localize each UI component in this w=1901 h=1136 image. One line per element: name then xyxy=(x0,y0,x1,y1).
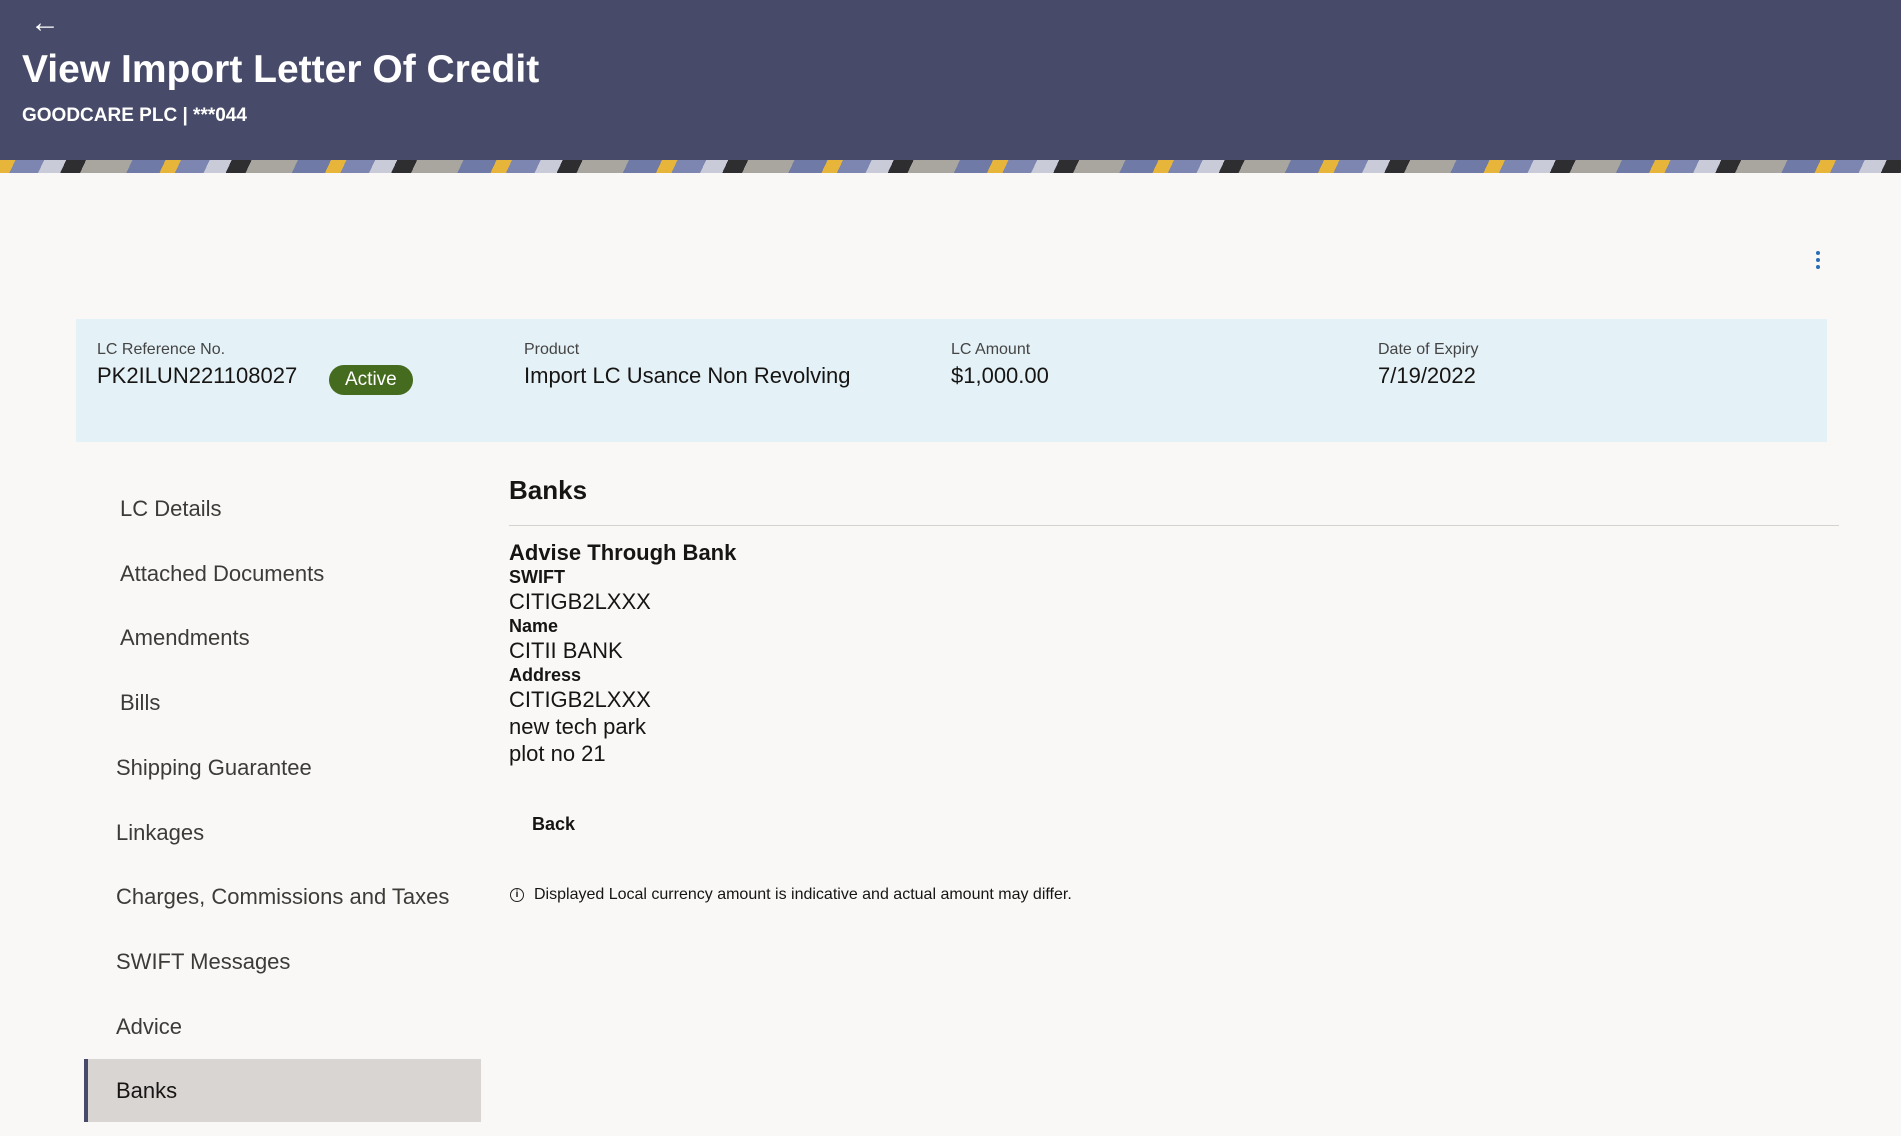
address-line: CITIGB2LXXX xyxy=(509,686,1839,713)
expiry-value: 7/19/2022 xyxy=(1378,363,1478,389)
banks-content: Banks Advise Through Bank SWIFT CITIGB2L… xyxy=(509,475,1839,767)
address-line: new tech park xyxy=(509,713,1839,740)
back-arrow-icon[interactable]: ← xyxy=(30,6,60,40)
nav-bills[interactable]: Bills xyxy=(84,671,481,735)
name-value: CITII BANK xyxy=(509,637,1839,664)
section-title: Banks xyxy=(509,475,1839,526)
nav-amendments[interactable]: Amendments xyxy=(84,606,481,670)
nav-shipping-guarantee[interactable]: Shipping Guarantee xyxy=(84,736,481,800)
amount-value: $1,000.00 xyxy=(951,363,1049,389)
page-header: ← View Import Letter Of Credit GOODCARE … xyxy=(0,0,1901,160)
amount-label: LC Amount xyxy=(951,341,1049,359)
decorative-pattern-strip xyxy=(0,160,1901,173)
nav-swift-messages[interactable]: SWIFT Messages xyxy=(84,930,481,994)
address-line: plot no 21 xyxy=(509,740,1839,767)
party-account: GOODCARE PLC | ***044 xyxy=(22,105,247,127)
product-label: Product xyxy=(524,341,850,359)
nav-linkages[interactable]: Linkages xyxy=(84,801,481,865)
nav-advice[interactable]: Advice xyxy=(84,995,481,1059)
lc-summary-banner: LC Reference No. PK2ILUN221108027 Active… xyxy=(76,319,1827,442)
swift-value: CITIGB2LXXX xyxy=(509,588,1839,615)
ref-value: PK2ILUN221108027 xyxy=(97,363,297,389)
advise-through-bank-heading: Advise Through Bank xyxy=(509,540,1839,566)
swift-label: SWIFT xyxy=(509,566,1839,588)
ref-label: LC Reference No. xyxy=(97,341,297,359)
info-icon: i xyxy=(510,888,524,902)
note-text: Displayed Local currency amount is indic… xyxy=(534,886,1072,904)
product-value: Import LC Usance Non Revolving xyxy=(524,363,850,389)
address-label: Address xyxy=(509,664,1839,686)
nav-attached-documents[interactable]: Attached Documents xyxy=(84,542,481,606)
name-label: Name xyxy=(509,615,1839,637)
currency-note: i Displayed Local currency amount is ind… xyxy=(510,886,1072,904)
expiry-label: Date of Expiry xyxy=(1378,341,1478,359)
back-button[interactable]: Back xyxy=(532,810,575,839)
status-badge: Active xyxy=(329,365,413,395)
more-options-icon[interactable] xyxy=(1808,248,1828,274)
nav-lc-details[interactable]: LC Details xyxy=(84,477,481,541)
nav-banks[interactable]: Banks xyxy=(84,1059,481,1122)
nav-charges[interactable]: Charges, Commissions and Taxes xyxy=(84,865,481,929)
page-title: View Import Letter Of Credit xyxy=(22,48,539,92)
